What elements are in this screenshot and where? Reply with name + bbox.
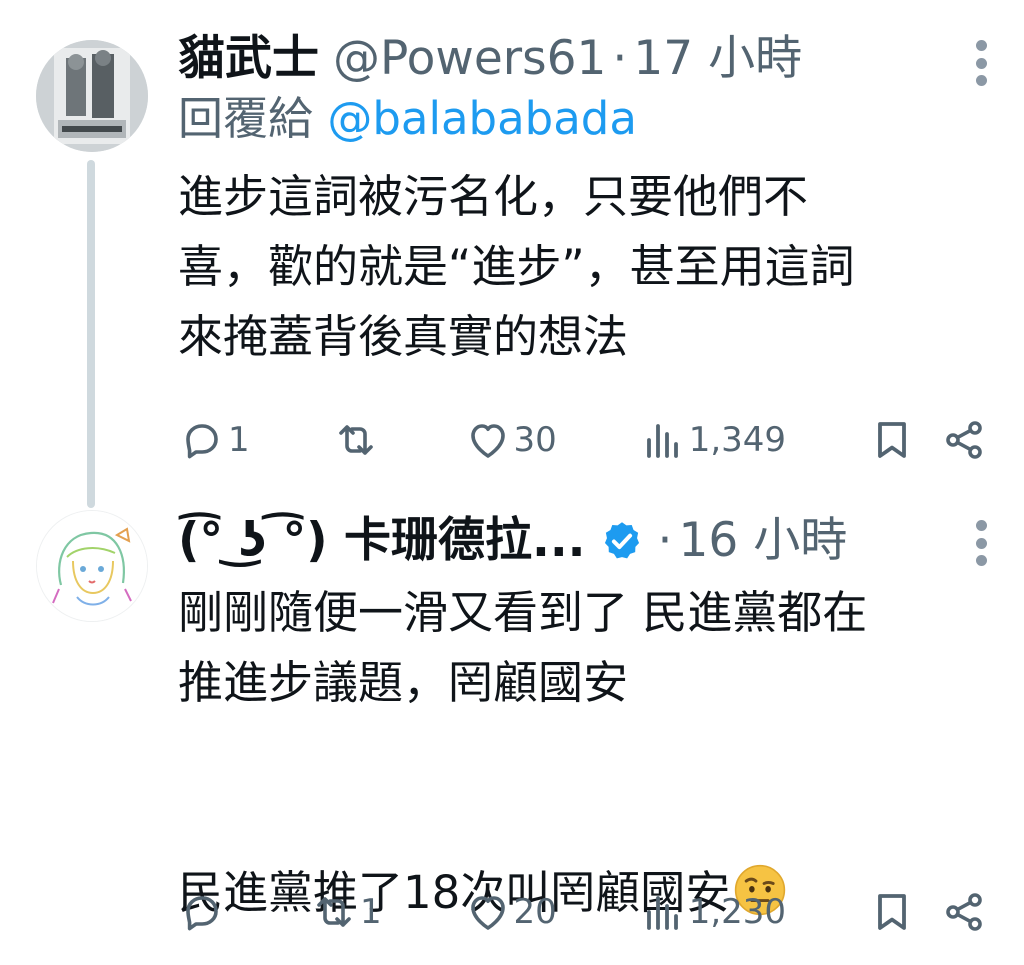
repost-button[interactable] (332, 416, 382, 464)
reply-to-line: 回覆給 @balababada (178, 88, 994, 150)
bookmark-icon (878, 422, 906, 458)
separator-dot: · (612, 31, 628, 86)
thread-line (87, 160, 95, 508)
reply-to-prefix: 回覆給 (178, 92, 328, 145)
more-options-icon[interactable] (974, 520, 988, 566)
reply-icon (186, 896, 218, 931)
bookmark-button[interactable] (868, 888, 916, 936)
separator-dot: · (657, 513, 673, 568)
views-button[interactable]: 1,230 (639, 888, 786, 936)
tweet-text: 剛剛隨便一滑又看到了 民進黨都在 推進步議題，罔顧國安 民進黨推了18次叫罔顧國… (178, 578, 994, 928)
action-bar: 1 30 1,349 (178, 410, 988, 470)
views-icon (646, 896, 678, 930)
repost-icon (338, 425, 373, 455)
reply-button[interactable] (178, 888, 228, 936)
avatar-kasandra[interactable] (36, 510, 148, 622)
timestamp[interactable]: 16 小時 (679, 512, 848, 570)
drawn-girl-avatar-image (37, 511, 147, 621)
user-handle[interactable]: @Powers61 (333, 30, 606, 88)
views-icon (646, 424, 678, 458)
action-bar: 1 20 1,230 (178, 882, 988, 942)
poster-avatar-image (36, 40, 148, 152)
share-icon (946, 893, 982, 931)
tweet-header: (͡° ͜ʖ ͡°) 卡珊德拉... · 16 小時 (178, 512, 994, 570)
repost-icon (317, 897, 351, 927)
tweet-header: 貓武士 @Powers61 · 17 小時 (178, 30, 994, 88)
verified-badge-icon[interactable] (600, 519, 644, 563)
reply-to-mention[interactable]: @balababada (327, 92, 637, 145)
more-options-icon[interactable] (974, 40, 988, 86)
reply-icon (186, 424, 218, 459)
bookmark-button[interactable] (868, 416, 916, 464)
tweet-1[interactable]: 貓武士 @Powers61 · 17 小時 回覆給 @balababada 進步… (0, 0, 1024, 508)
share-button[interactable] (940, 416, 988, 464)
like-icon (470, 896, 505, 930)
bookmark-icon (878, 894, 906, 930)
like-button[interactable]: 20 (464, 888, 557, 936)
share-icon (946, 421, 982, 459)
tweet-2[interactable]: (͡° ͜ʖ ͡°) 卡珊德拉... · 16 小時 剛剛隨便一滑又看到了 民進… (0, 490, 1024, 965)
like-icon (470, 424, 505, 458)
repost-count: 1 (359, 892, 382, 932)
reply-count: 1 (228, 420, 250, 460)
share-button[interactable] (940, 888, 988, 936)
views-count: 1,230 (688, 892, 787, 932)
display-name[interactable]: (͡° ͜ʖ ͡°) 卡珊德拉... (178, 512, 586, 570)
like-button[interactable]: 30 (464, 416, 557, 464)
like-count: 30 (513, 420, 557, 460)
timestamp[interactable]: 17 小時 (633, 30, 802, 88)
like-count: 20 (513, 892, 557, 932)
display-name[interactable]: 貓武士 (178, 30, 319, 88)
repost-button[interactable]: 1 (310, 888, 382, 936)
views-button[interactable]: 1,349 (639, 416, 786, 464)
views-count: 1,349 (688, 420, 787, 460)
reply-button[interactable]: 1 (178, 416, 250, 464)
tweet-text: 進步這詞被污名化，只要他們不 喜，歡的就是“進步”，甚至用這詞 來掩蓋背後真實的… (178, 170, 855, 363)
avatar-powers61[interactable] (36, 40, 148, 152)
